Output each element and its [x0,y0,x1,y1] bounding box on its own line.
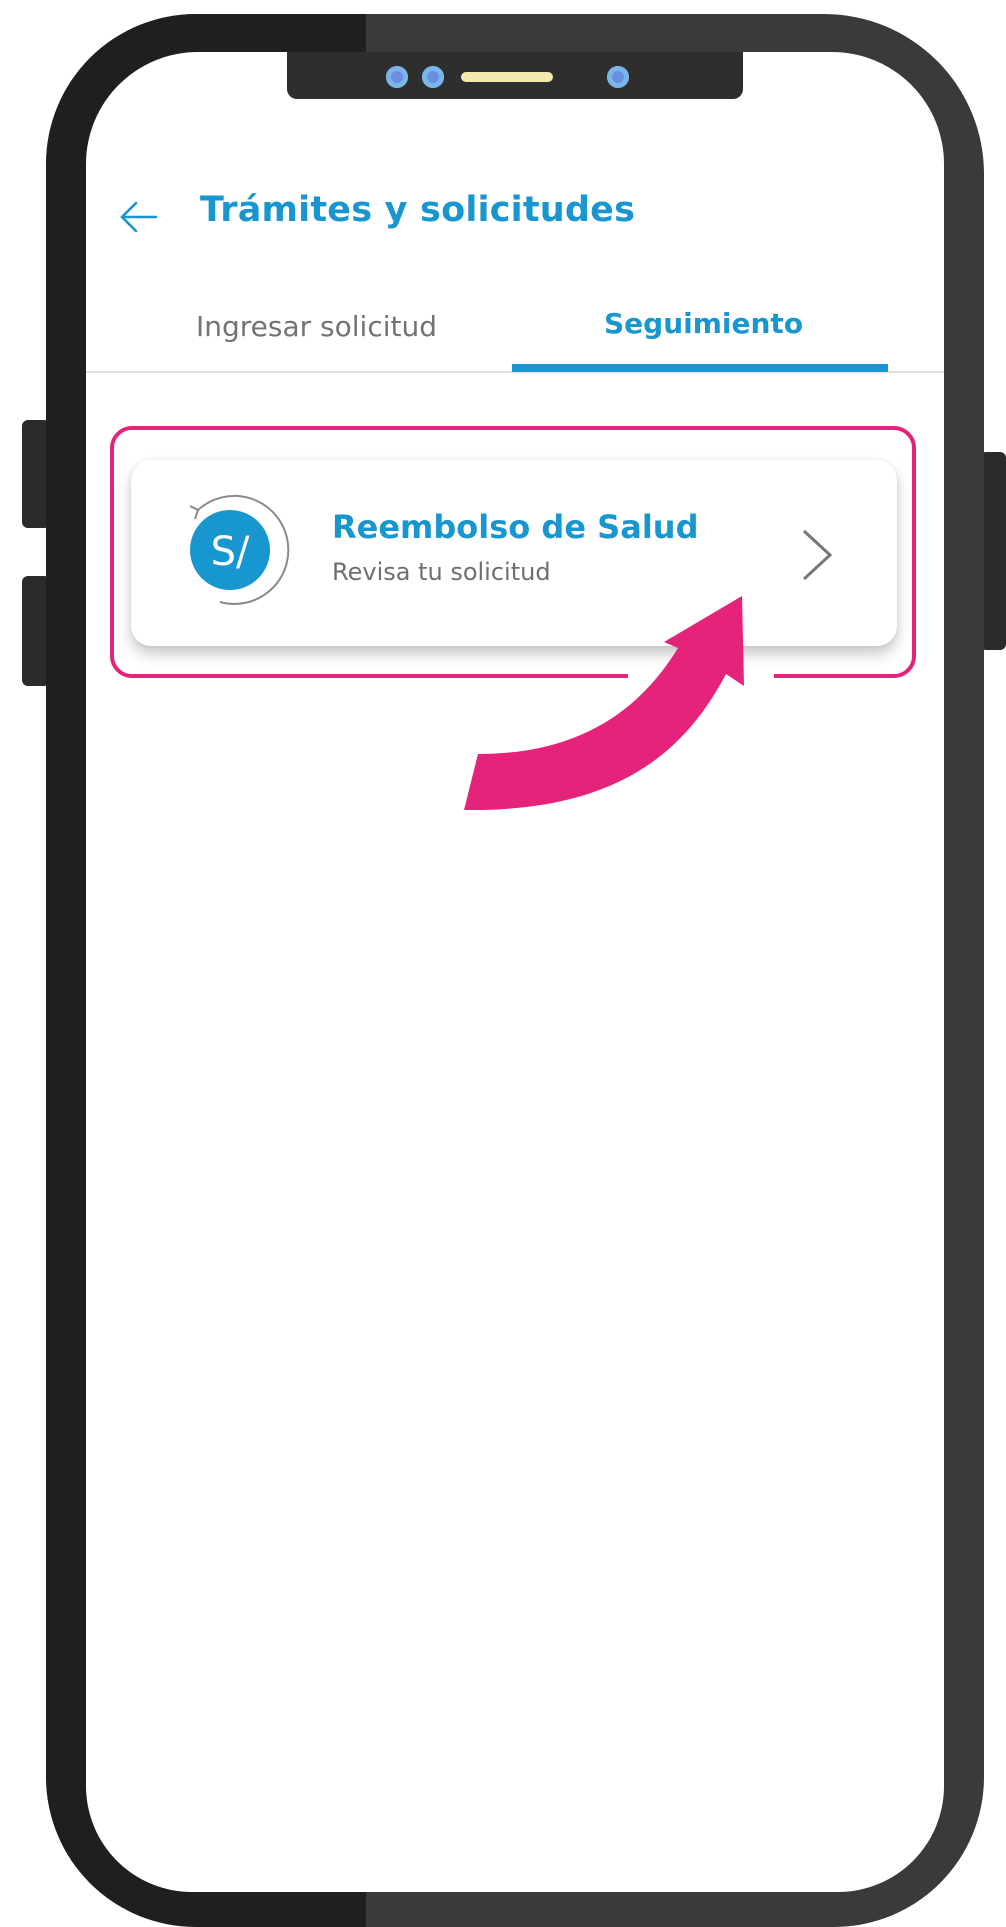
page-title: Trámites y solicitudes [200,190,636,230]
active-tab-indicator [512,364,888,372]
arrow-left-icon[interactable] [118,196,160,238]
tab-seguimiento[interactable]: Seguimiento [604,307,803,340]
currency-soles-refresh-icon: S/ [189,494,290,605]
earpiece-speaker [461,72,553,82]
front-camera-icon [386,66,408,88]
tab-ingresar-solicitud[interactable]: Ingresar solicitud [196,310,437,343]
front-sensor-icon [422,66,444,88]
card-title: Reembolso de Salud [332,508,699,546]
chevron-right-icon[interactable] [796,527,836,583]
proximity-sensor-icon [607,66,629,88]
highlight-box-gap [628,668,774,684]
screenshot-stage: Trámites y solicitudes Ingresar solicitu… [0,0,1006,1927]
card-icon-text: S/ [211,529,250,575]
card-subtitle: Revisa tu solicitud [332,558,551,586]
